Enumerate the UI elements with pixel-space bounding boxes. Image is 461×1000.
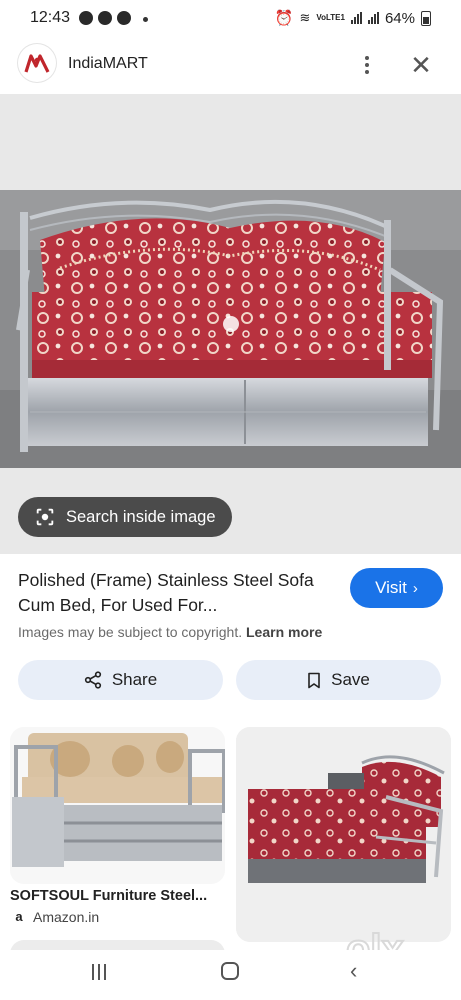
app-notification-icon [98, 11, 112, 25]
source-label: Amazon.in [33, 909, 100, 925]
visit-label: Visit [375, 578, 407, 597]
related-result-title[interactable]: SOFTSOUL Furniture Steel... [10, 888, 207, 904]
battery-icon [421, 10, 431, 26]
amazon-icon: a [15, 909, 23, 924]
more-notifications-dot-icon [143, 17, 148, 22]
wifi-icon: ≋ [299, 10, 311, 25]
status-bar: 12:43 ⏰ ≋ VoLTE1 64% [0, 0, 461, 38]
copyright-note: Images may be subject to copyright. Lear… [18, 624, 322, 640]
related-result-image[interactable] [10, 727, 225, 884]
save-label: Save [331, 670, 370, 689]
close-icon[interactable]: ✕ [406, 50, 436, 80]
share-icon [84, 671, 101, 689]
save-button[interactable]: Save [236, 660, 441, 700]
product-image[interactable] [0, 190, 461, 468]
share-label: Share [111, 670, 158, 689]
sofa-bed-image [10, 727, 225, 884]
copyright-text: Images may be subject to copyright. [18, 624, 243, 640]
signal-icon [367, 12, 379, 24]
indiamart-logo-icon[interactable] [18, 44, 56, 82]
chevron-right-icon: › [412, 579, 418, 597]
sofa-bed-image [236, 727, 451, 942]
learn-more-link[interactable]: Learn more [246, 624, 322, 640]
back-icon[interactable]: ‹ [350, 958, 357, 984]
lte-label: VoLTE1 [316, 13, 345, 22]
search-inside-image-button[interactable]: Search inside image [18, 497, 232, 537]
result-title[interactable]: Polished (Frame) Stainless Steel Sofa Cu… [18, 568, 338, 618]
recent-apps-icon[interactable] [92, 964, 110, 980]
more-options-icon[interactable] [356, 52, 378, 78]
lens-icon [36, 508, 54, 526]
home-icon[interactable] [221, 962, 239, 980]
battery-percent: 64% [384, 9, 415, 27]
related-result-image[interactable] [236, 727, 451, 942]
related-result-source: a Amazon.in [12, 909, 99, 925]
signal-icon [350, 12, 362, 24]
search-inside-image-label: Search inside image [66, 507, 216, 526]
app-title: IndiaMART [68, 55, 148, 72]
share-button[interactable]: Share [18, 660, 223, 700]
bookmark-icon [308, 672, 320, 688]
whatsapp-notification-icon [79, 11, 93, 25]
visit-button[interactable]: Visit › [350, 568, 443, 608]
alarm-icon: ⏰ [274, 10, 294, 27]
status-time: 12:43 [30, 9, 71, 26]
whatsapp-notification-icon [117, 11, 131, 25]
